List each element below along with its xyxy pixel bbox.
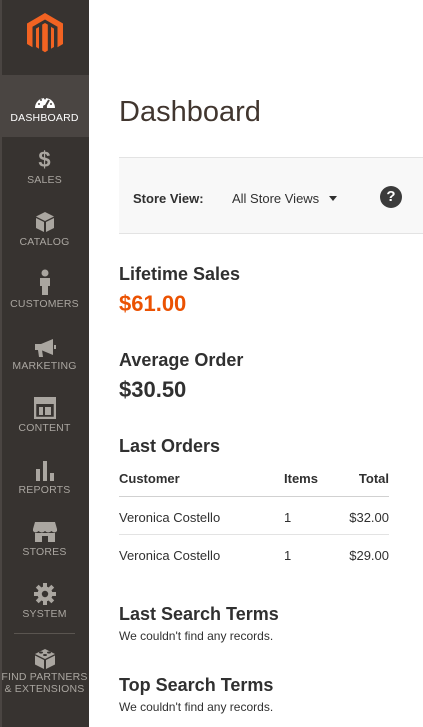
page-title: Dashboard [119, 96, 261, 128]
table-row[interactable]: Veronica Costello 1 $29.00 [119, 535, 389, 573]
sidebar-item-dashboard[interactable]: DASHBOARD [0, 75, 89, 137]
sidebar-item-label: SALES [27, 174, 62, 186]
top-search-terms-title: Top Search Terms [119, 675, 274, 695]
sidebar-item-label: CONTENT [18, 422, 71, 434]
sidebar-item-label: DASHBOARD [10, 112, 79, 124]
column-header-customer: Customer [119, 471, 180, 486]
average-order-title: Average Order [119, 350, 244, 370]
sidebar-item-content[interactable]: CONTENT [0, 385, 89, 447]
store-view-selected: All Store Views [232, 191, 320, 206]
sidebar-item-label: SYSTEM [22, 608, 67, 620]
sidebar-item-label: MARKETING [12, 360, 77, 372]
sidebar-item-marketing[interactable]: MARKETING [0, 323, 89, 385]
gear-icon [0, 581, 89, 607]
column-header-items: Items [284, 471, 318, 486]
sidebar-divider [14, 633, 75, 634]
chevron-down-icon [329, 196, 338, 201]
store-view-label: Store View: [133, 191, 204, 206]
help-icon[interactable]: ? [380, 186, 402, 208]
sidebar-item-label: REPORTS [18, 484, 71, 496]
sidebar-item-customers[interactable]: CUSTOMERS [0, 261, 89, 323]
store-view-bar: Store View: All Store Views ? [119, 157, 423, 234]
sidebar-item-find-partners[interactable]: FIND PARTNERS & EXTENSIONS [0, 640, 89, 702]
sidebar-item-system[interactable]: SYSTEM [0, 571, 89, 633]
sidebar-item-stores[interactable]: STORES [0, 509, 89, 571]
sidebar-item-label: CATALOG [19, 236, 70, 248]
last-search-terms-empty: We couldn't find any records. [119, 629, 274, 643]
dollar-icon: $ [38, 147, 51, 172]
order-items: 1 [284, 510, 292, 525]
last-orders-title: Last Orders [119, 436, 221, 456]
lifetime-sales-value: $61.00 [119, 291, 187, 316]
megaphone-icon [0, 335, 89, 361]
lifetime-sales-title: Lifetime Sales [119, 264, 241, 284]
sidebar-item-sales[interactable]: $ SALES [0, 137, 89, 199]
magento-logo-icon[interactable] [26, 12, 64, 54]
sidebar-item-label-line2: & EXTENSIONS [4, 683, 85, 695]
last-orders-table: Customer Items Total Veronica Costello 1… [119, 463, 389, 573]
sidebar-item-label: CUSTOMERS [10, 298, 79, 310]
order-items: 1 [284, 548, 292, 563]
last-search-terms-title: Last Search Terms [119, 604, 279, 624]
sidebar-item-label: STORES [22, 546, 67, 558]
store-view-dropdown[interactable]: All Store Views [232, 191, 338, 206]
order-total: $29.00 [349, 548, 389, 563]
box-icon [0, 209, 89, 235]
average-order-value: $30.50 [119, 377, 187, 402]
admin-sidebar: DASHBOARD $ SALES CATALOG CUSTOMERS MARK… [0, 0, 89, 727]
order-customer: Veronica Costello [119, 510, 221, 525]
column-header-total: Total [358, 471, 389, 486]
sidebar-item-catalog[interactable]: CATALOG [0, 199, 89, 261]
person-icon [0, 269, 89, 295]
sidebar-item-label-line1: FIND PARTNERS [1, 671, 88, 683]
storefront-icon [0, 519, 89, 545]
order-customer: Veronica Costello [119, 548, 221, 563]
layout-icon [0, 395, 89, 421]
sidebar-item-reports[interactable]: REPORTS [0, 447, 89, 509]
bar-chart-icon [0, 457, 89, 483]
order-total: $32.00 [349, 510, 389, 525]
top-search-terms-empty: We couldn't find any records. [119, 700, 274, 714]
table-row[interactable]: Veronica Costello 1 $32.00 [119, 497, 389, 535]
table-header: Customer Items Total [119, 463, 389, 497]
lego-brick-icon [0, 645, 89, 671]
